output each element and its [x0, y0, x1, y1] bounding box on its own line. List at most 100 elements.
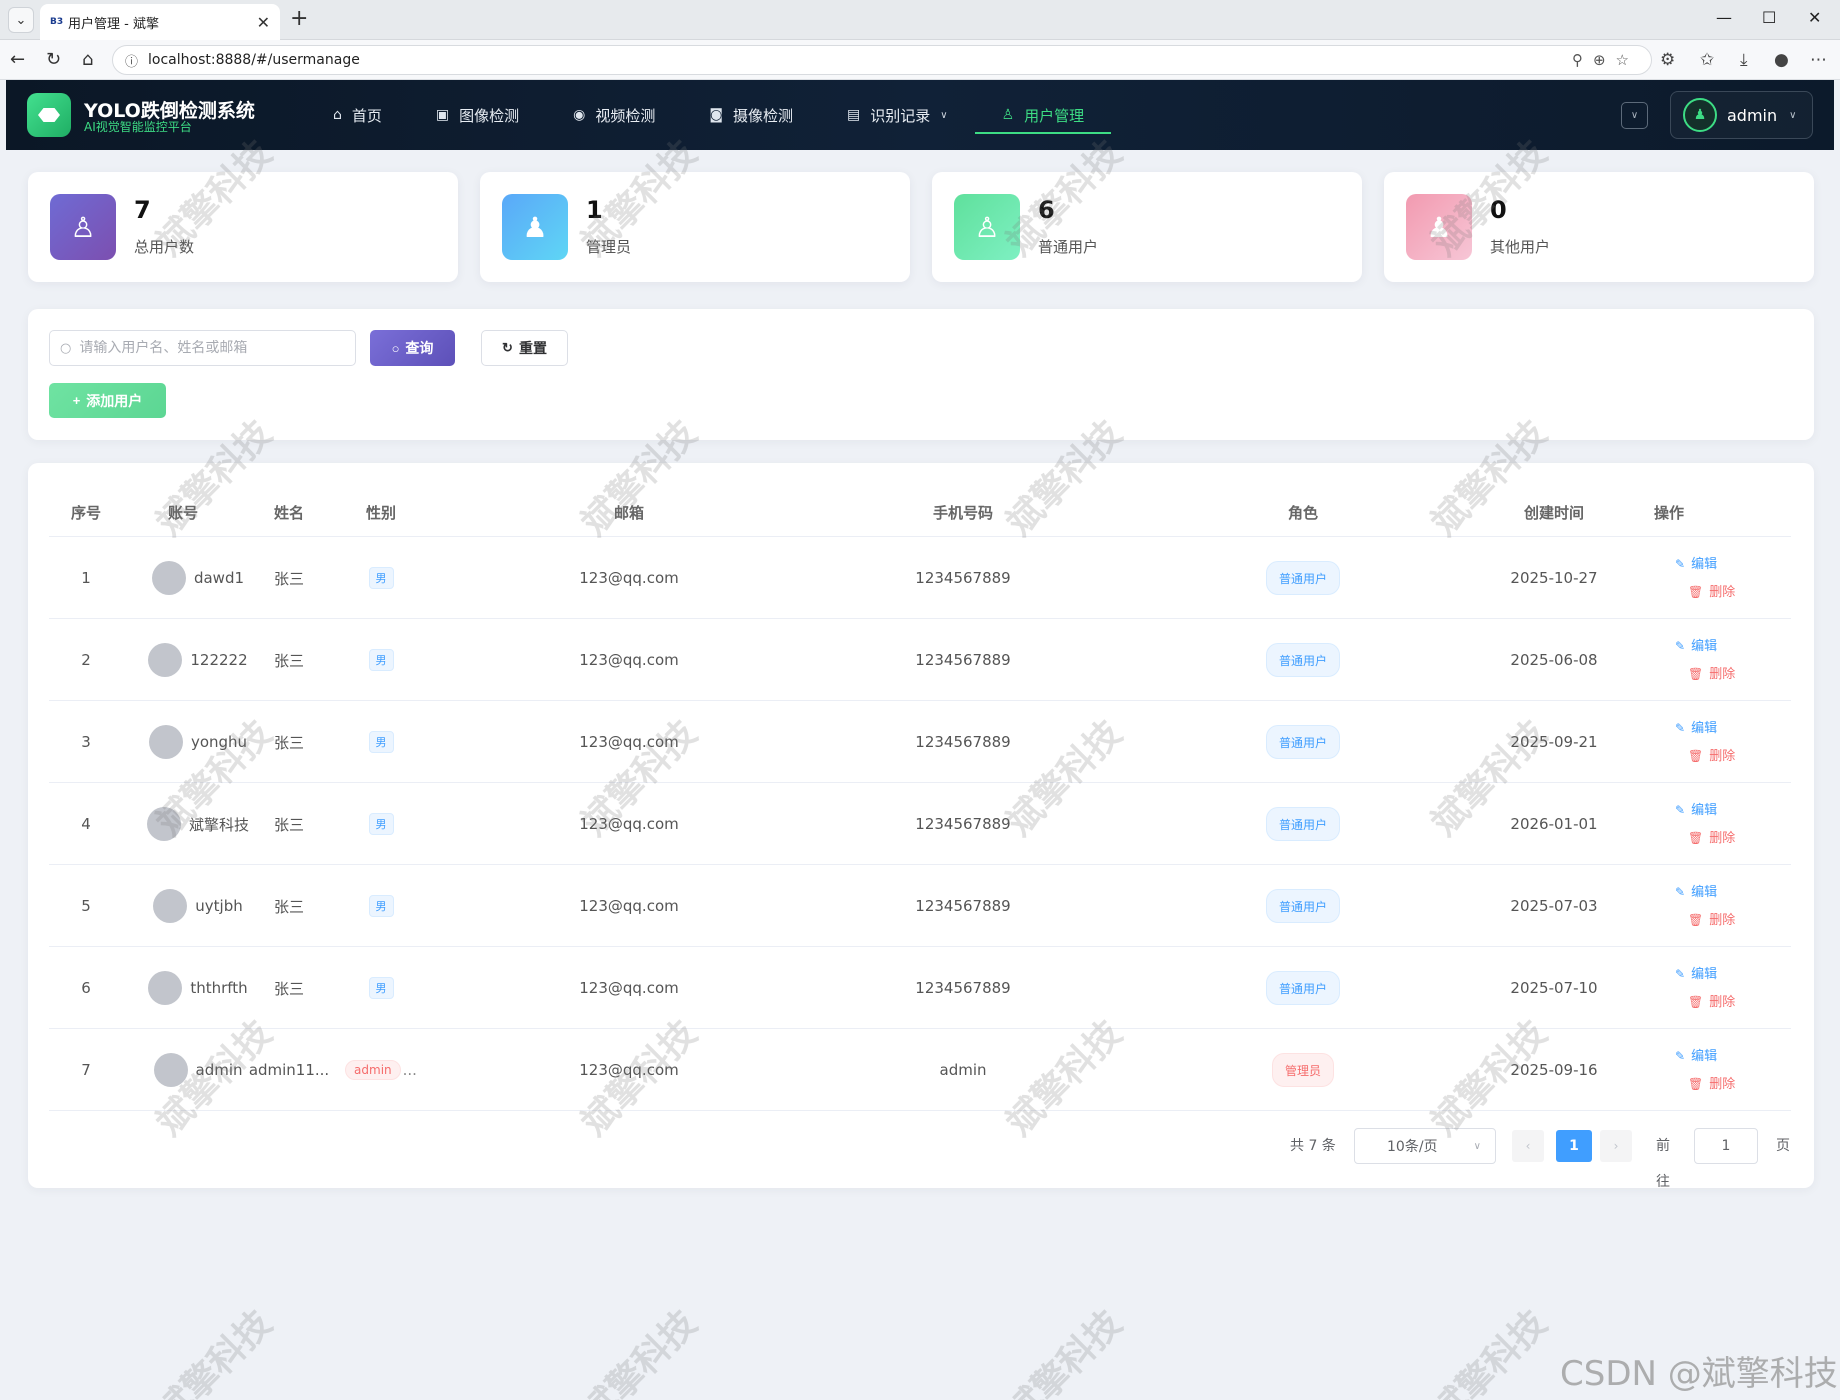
goto-page-input[interactable] [1694, 1128, 1758, 1164]
nav-item-video-detect[interactable]: ◉ 视频检测 [546, 80, 682, 150]
image-icon: ▣ [435, 107, 450, 123]
downloads-icon[interactable]: ⤓ [1740, 50, 1748, 70]
search-input[interactable] [79, 340, 340, 356]
delete-label: 删除 [1709, 667, 1736, 682]
browser-tab-active[interactable]: B3 用户管理 - 斌擎 ✕ [40, 4, 280, 40]
edit-icon: ✎ [1675, 885, 1686, 899]
edit-button[interactable]: ✎ 编辑 [1675, 799, 1717, 818]
nav-item-home[interactable]: ⌂ 首页 [306, 80, 409, 150]
window-minimize-icon[interactable]: — [1716, 8, 1732, 27]
chevron-down-icon: ∨ [940, 109, 948, 121]
more-menu-icon[interactable]: ⋯ [1810, 50, 1827, 70]
page-size-select[interactable]: 10条/页 ∨ [1354, 1128, 1496, 1164]
next-page-button[interactable]: › [1600, 1130, 1632, 1162]
site-info-icon[interactable]: ⓘ [125, 51, 138, 70]
window-close-icon[interactable]: ✕ [1808, 8, 1821, 27]
table-row: 5 uytjbh 张三 男 123@qq.com 1234567889 普通用户… [49, 865, 1791, 947]
gender-tag: 男 [368, 731, 394, 753]
cell-role: 普通用户 [1243, 783, 1363, 865]
gender-tag: 男 [368, 895, 394, 917]
edit-label: 编辑 [1691, 557, 1718, 572]
trash-icon: 🗑 [1688, 667, 1704, 681]
prev-page-button[interactable]: ‹ [1512, 1130, 1544, 1162]
edit-label: 编辑 [1691, 967, 1718, 982]
stat-label: 总用户数 [134, 238, 195, 256]
nav-item-records[interactable]: ▤ 识别记录 ∨ [820, 80, 975, 150]
home-outline-icon[interactable]: ⌂ [82, 49, 93, 71]
cell-gender: 男 [341, 947, 421, 1029]
edit-button[interactable]: ✎ 编辑 [1675, 717, 1717, 736]
add-user-button[interactable]: + 添加用户 [49, 383, 166, 418]
gender-tag: 男 [368, 567, 394, 589]
cell-no: 3 [81, 733, 91, 751]
column-header: 姓名 [273, 504, 304, 522]
column-header: 角色 [1287, 504, 1318, 522]
cell-gender: 男 [341, 865, 421, 947]
nav-item-user-manage[interactable]: ♙ 用户管理 [974, 80, 1112, 150]
edit-label: 编辑 [1691, 639, 1718, 654]
edit-button[interactable]: ✎ 编辑 [1675, 553, 1717, 572]
gender-tag: admin [345, 1060, 401, 1080]
cell-no: 1 [81, 569, 91, 587]
delete-button[interactable]: 🗑 删除 [1688, 663, 1735, 682]
delete-button[interactable]: 🗑 删除 [1688, 581, 1735, 600]
cell-created: 2025-09-21 [1510, 733, 1598, 751]
new-tab-plus-icon[interactable]: + [290, 7, 308, 31]
edit-button[interactable]: ✎ 编辑 [1675, 635, 1717, 654]
stat-card-normal-users: ♙ 6 普通用户 [932, 172, 1362, 282]
document-icon: ▤ [847, 107, 861, 123]
account-text: yonghu [190, 733, 248, 751]
cell-gender: 男 [341, 783, 421, 865]
edit-label: 编辑 [1691, 885, 1718, 900]
user-menu[interactable]: ♟ admin ∨ [1670, 91, 1813, 139]
nav-item-camera-detect[interactable]: ◙ 摄像检测 [682, 80, 820, 150]
cell-account: admin [133, 1029, 263, 1111]
cell-created: 2026-01-01 [1510, 815, 1598, 833]
delete-button[interactable]: 🗑 删除 [1688, 827, 1735, 846]
edit-button[interactable]: ✎ 编辑 [1675, 881, 1717, 900]
cell-email: 123@qq.com [579, 569, 679, 587]
back-arrow-icon[interactable]: ← [10, 49, 25, 71]
cell-account: ththrfth [133, 947, 263, 1029]
delete-button[interactable]: 🗑 删除 [1688, 991, 1735, 1010]
edit-button[interactable]: ✎ 编辑 [1675, 963, 1717, 982]
cell-created: 2025-07-03 [1510, 897, 1598, 915]
url-field[interactable]: ⓘ localhost:8888/#/usermanage ⚲⊕☆ [112, 45, 1652, 75]
nav-label: 首页 [351, 106, 382, 125]
reset-button[interactable]: ↻ 重置 [481, 330, 568, 366]
cell-email: 123@qq.com [579, 733, 679, 751]
profile-icon[interactable]: ● [1774, 50, 1789, 70]
url-tool-icons[interactable]: ⚲⊕☆ [1572, 51, 1639, 69]
watermark: 斌擎科技 [149, 1303, 280, 1400]
account-text: 斌擎科技 [188, 815, 249, 834]
collapse-toggle-icon[interactable]: ∨ [1621, 102, 1648, 129]
cell-gender: admin... [341, 1029, 421, 1111]
search-field[interactable]: ○ [49, 330, 356, 366]
goto-label: 前往 [1656, 1138, 1670, 1190]
page-number-current[interactable]: 1 [1556, 1130, 1592, 1162]
avatar [148, 643, 183, 677]
cell-phone: 1234567889 [915, 569, 1011, 587]
favorites-icon[interactable]: ✩ [1700, 50, 1714, 70]
tab-list-chevron-icon[interactable]: ⌄ [8, 7, 34, 33]
query-button[interactable]: ○ 查询 [370, 330, 455, 366]
cell-role: 管理员 [1243, 1029, 1363, 1111]
edit-button[interactable]: ✎ 编辑 [1675, 1045, 1717, 1064]
nav-item-image-detect[interactable]: ▣ 图像检测 [409, 80, 546, 150]
pagination-total: 共 7 条 [1290, 1138, 1336, 1154]
tab-close-icon[interactable]: ✕ [257, 13, 270, 32]
user-solid-icon: ♟ [1406, 194, 1472, 260]
cell-actions: ✎ 编辑 🗑 删除 [1661, 537, 1781, 619]
trash-icon: 🗑 [1688, 1077, 1704, 1091]
extensions-icon[interactable]: ⚙ [1660, 50, 1675, 70]
cell-gender: 男 [341, 701, 421, 783]
delete-button[interactable]: 🗑 删除 [1688, 1073, 1735, 1092]
delete-button[interactable]: 🗑 删除 [1688, 745, 1735, 764]
page-size-value: 10条/页 [1387, 1139, 1438, 1155]
table-row: 2 122222 张三 男 123@qq.com 1234567889 普通用户… [49, 619, 1791, 701]
table-row: 3 yonghu 张三 男 123@qq.com 1234567889 普通用户… [49, 701, 1791, 783]
reload-icon[interactable]: ↻ [46, 49, 61, 71]
delete-button[interactable]: 🗑 删除 [1688, 909, 1735, 928]
window-maximize-icon[interactable]: ☐ [1762, 8, 1776, 27]
cell-phone: 1234567889 [915, 651, 1011, 669]
